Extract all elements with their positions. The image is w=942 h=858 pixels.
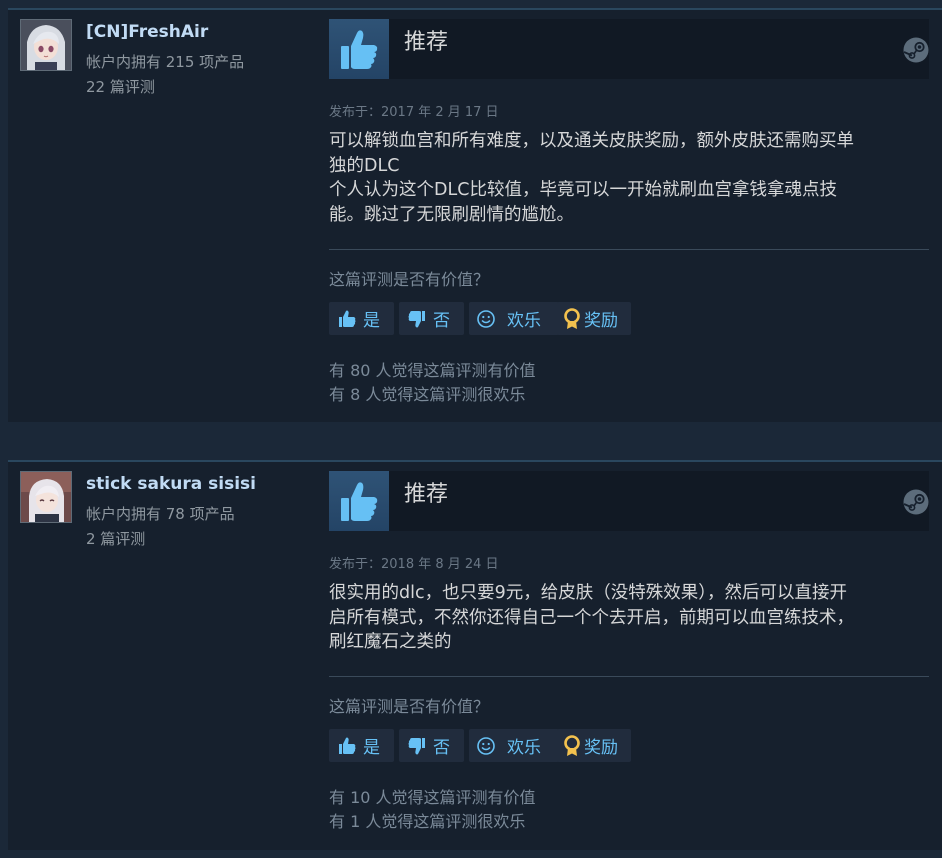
award-label: 奖励 [584,311,618,331]
recommended-thumb [329,471,389,531]
review-card: stick sakura sisisi 帐户内拥有 78 项产品 2 篇评测 推… [8,460,942,850]
verdict-title: 推荐 [404,30,449,55]
thumbs-up-icon [341,30,378,69]
award-icon [564,734,580,756]
vote-yes-button[interactable]: 是 [329,729,394,762]
award-icon [564,307,580,329]
helpful-count: 有 10 人觉得这篇评测有价值 [329,788,536,807]
avatar[interactable] [20,471,72,523]
vote-yes-label: 是 [363,738,380,758]
review-text-line: 很实用的dlc，也只要9元，给皮肤（没特殊效果），然后可以直接开 [329,583,847,603]
award-label: 奖励 [584,738,618,758]
review-text: 很实用的dlc，也只要9元，给皮肤（没特殊效果），然后可以直接开 启所有模式，不… [329,581,924,655]
smiley-icon [477,736,495,755]
recommended-thumb [329,19,389,79]
funny-count: 有 8 人觉得这篇评测很欢乐 [329,385,526,404]
steam-logo-icon [903,37,929,63]
vote-no-label: 否 [433,311,450,331]
smiley-icon [477,309,495,328]
vote-no-button[interactable]: 否 [399,302,464,335]
review-text-line: 能。跳过了无限刷剧情的尴尬。 [329,204,574,225]
vote-funny-button[interactable]: 欢乐 [469,302,559,335]
products-owned[interactable]: 帐户内拥有 78 项产品 [86,503,235,524]
thumbs-up-icon [341,482,378,521]
avatar[interactable] [20,19,72,71]
helpful-question: 这篇评测是否有价值？ [329,270,490,289]
vote-yes-button[interactable]: 是 [329,302,394,335]
thumbs-up-icon [339,737,356,754]
vote-funny-label: 欢乐 [507,311,541,331]
vote-header[interactable]: 推荐 [329,471,929,531]
award-button[interactable]: 奖励 [557,729,631,762]
review-text-line: 启所有模式，不然你还得自己一个个去开启，前期可以血宫练技术， [329,607,854,628]
thumbs-down-icon [408,737,425,754]
posted-date: 发布于：2017 年 2 月 17 日 [329,105,499,120]
author-name[interactable]: stick sakura sisisi [86,474,256,494]
review-card: [CN]FreshAir 帐户内拥有 215 项产品 22 篇评测 推荐 发布于… [8,8,942,422]
products-owned[interactable]: 帐户内拥有 215 项产品 [86,51,244,72]
helpful-count: 有 80 人觉得这篇评测有价值 [329,361,536,380]
review-text: 可以解锁血宫和所有难度，以及通关皮肤奖励，额外皮肤还需购买单 独的DLC 个人认… [329,129,924,227]
funny-count: 有 1 人觉得这篇评测很欢乐 [329,812,526,831]
thumbs-down-icon [408,310,425,327]
review-count[interactable]: 22 篇评测 [86,76,155,97]
vote-header[interactable]: 推荐 [329,19,929,79]
divider [329,676,929,677]
vote-funny-label: 欢乐 [507,738,541,758]
posted-date: 发布于：2018 年 8 月 24 日 [329,557,499,572]
thumbs-up-icon [339,310,356,327]
vote-funny-button[interactable]: 欢乐 [469,729,559,762]
divider [329,249,929,250]
review-text-line: 独的DLC [329,155,400,176]
review-text-line: 可以解锁血宫和所有难度，以及通关皮肤奖励，额外皮肤还需购买单 [329,131,854,151]
vote-no-button[interactable]: 否 [399,729,464,762]
helpful-question: 这篇评测是否有价值？ [329,697,490,716]
vote-no-label: 否 [433,738,450,758]
author-name[interactable]: [CN]FreshAir [86,22,208,42]
steam-logo-icon [903,489,929,515]
review-text-line: 刷红魔石之类的 [329,632,452,652]
review-text-line: 个人认为这个DLC比较值，毕竟可以一开始就刷血宫拿钱拿魂点技 [329,180,837,200]
award-button[interactable]: 奖励 [557,302,631,335]
verdict-title: 推荐 [404,482,449,507]
vote-yes-label: 是 [363,311,380,331]
review-count[interactable]: 2 篇评测 [86,528,145,549]
